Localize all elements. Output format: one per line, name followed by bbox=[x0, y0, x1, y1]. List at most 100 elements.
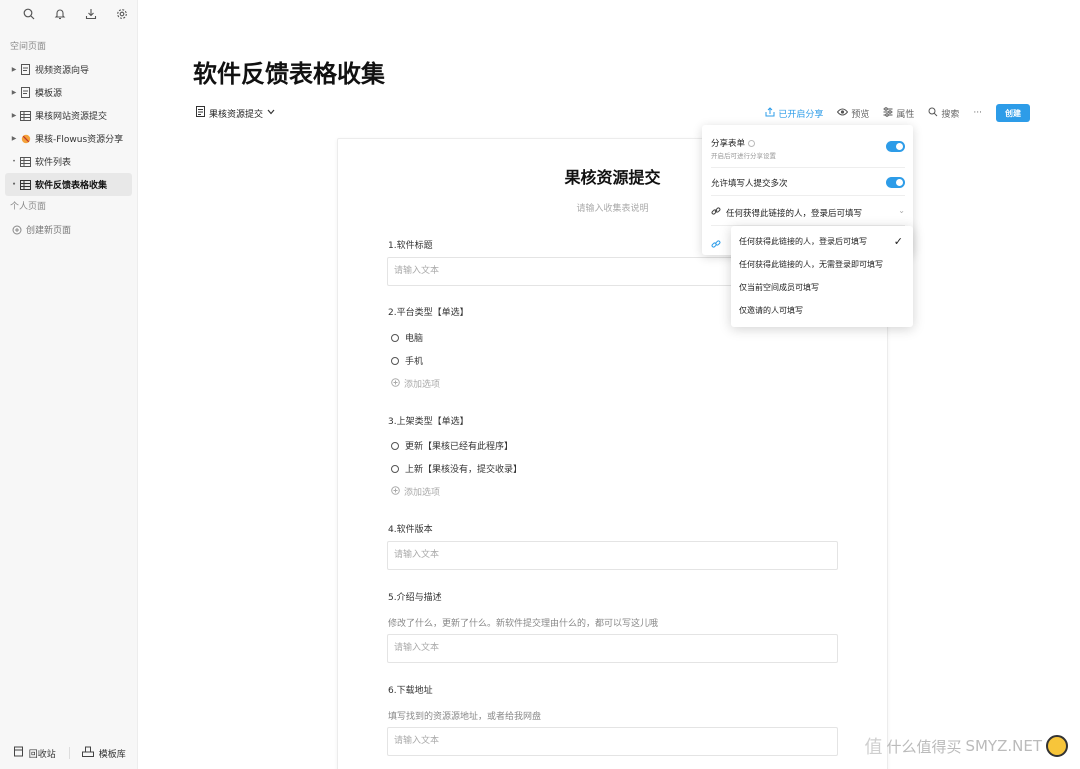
bullet-icon: • bbox=[12, 158, 16, 165]
option-label: 电脑 bbox=[405, 334, 424, 344]
permission-option-invited[interactable]: 仅邀请的人可填写 bbox=[731, 299, 913, 322]
copy-link-row[interactable] bbox=[711, 234, 721, 253]
permission-dropdown: 任何获得此链接的人，登录后可填写 ✓ 任何获得此链接的人，无需登录即可填写 仅当… bbox=[731, 226, 913, 327]
add-option-button[interactable]: 添加选项 bbox=[391, 377, 440, 390]
radio-option[interactable]: 电脑 bbox=[391, 331, 423, 344]
question-label: 5.介绍与描述 bbox=[388, 593, 442, 603]
sidebar-item-software-list[interactable]: • 软件列表 bbox=[5, 150, 132, 173]
properties-button[interactable]: 属性 bbox=[883, 106, 915, 120]
view-selector[interactable]: 果核资源提交 bbox=[196, 106, 275, 120]
table-icon bbox=[19, 109, 32, 122]
link-permission-select[interactable]: 任何获得此链接的人，登录后可填写 bbox=[711, 206, 862, 219]
caret-right-icon[interactable]: ▶ bbox=[9, 112, 19, 119]
link-icon bbox=[711, 206, 721, 219]
trash-icon bbox=[13, 746, 24, 760]
link-permission-label: 任何获得此链接的人，登录后可填写 bbox=[726, 208, 863, 219]
divider bbox=[711, 195, 905, 196]
share-button[interactable]: 已开启分享 bbox=[765, 106, 824, 120]
radio-icon[interactable] bbox=[391, 464, 399, 473]
prohibit-icon bbox=[19, 132, 32, 145]
watermark: 值 什么值得买 SMYZ.NET bbox=[864, 733, 1068, 759]
create-page-label: 创建新页面 bbox=[26, 226, 72, 236]
share-label: 已开启分享 bbox=[778, 109, 824, 120]
trash-button[interactable]: 回收站 bbox=[0, 746, 69, 760]
page-title: 软件反馈表格收集 bbox=[193, 60, 385, 88]
properties-label: 属性 bbox=[896, 109, 915, 120]
share-icon bbox=[765, 106, 775, 120]
add-option-button[interactable]: 添加选项 bbox=[391, 485, 440, 498]
search-icon bbox=[928, 107, 938, 120]
sidebar-item-label: 软件反馈表格收集 bbox=[35, 181, 108, 191]
section-personal-title: 个人页面 bbox=[10, 202, 47, 212]
permission-option-label: 任何获得此链接的人，登录后可填写 bbox=[739, 237, 867, 246]
preview-button[interactable]: 预览 bbox=[837, 107, 869, 120]
doc-icon bbox=[19, 86, 32, 99]
sidebar-item-template-source[interactable]: ▶ 模板源 bbox=[5, 81, 132, 104]
share-form-toggle[interactable] bbox=[886, 141, 905, 152]
share-form-label: 分享表单 bbox=[711, 139, 746, 149]
chevron-down-icon[interactable]: ⌄ bbox=[898, 206, 905, 215]
more-button[interactable]: ··· bbox=[973, 108, 982, 118]
table-icon bbox=[19, 155, 32, 168]
watermark-logo bbox=[1046, 735, 1068, 757]
section-space-title: 空间页面 bbox=[10, 42, 47, 52]
toolbar: 已开启分享 预览 属性 搜索 ··· 创建 bbox=[765, 104, 1030, 122]
question-hint: 修改了什么，更新了什么。新软件提交理由什么的，都可以写这儿哦 bbox=[388, 619, 659, 629]
radio-option[interactable]: 手机 bbox=[391, 354, 423, 367]
share-form-row: 分享表单 bbox=[711, 137, 756, 149]
permission-option-label: 仅邀请的人可填写 bbox=[739, 306, 803, 315]
permission-option-label: 仅当前空间成员可填写 bbox=[739, 283, 819, 292]
info-icon[interactable] bbox=[748, 140, 756, 147]
permission-option-login[interactable]: 任何获得此链接的人，登录后可填写 ✓ bbox=[731, 230, 913, 253]
sliders-icon bbox=[883, 106, 893, 120]
create-button[interactable]: 创建 bbox=[996, 104, 1030, 122]
watermark-text: 什么值得买 bbox=[886, 737, 962, 756]
option-label: 更新【果核已经有此程序】 bbox=[405, 442, 514, 452]
question-hint: 填写找到的资源源地址，或者给我网盘 bbox=[388, 712, 542, 722]
gear-icon[interactable] bbox=[106, 0, 137, 28]
sidebar-item-video-guide[interactable]: ▶ 视频资源向导 bbox=[5, 58, 132, 81]
more-icon: ··· bbox=[973, 108, 982, 118]
sidebar-item-flowus-share[interactable]: ▶ 果核-Flowus资源分享 bbox=[5, 127, 132, 150]
add-circle-icon bbox=[10, 223, 23, 236]
caret-right-icon[interactable]: ▶ bbox=[9, 135, 19, 142]
search-icon[interactable] bbox=[14, 0, 45, 28]
template-library-label: 模板库 bbox=[98, 749, 126, 760]
question-label: 1.软件标题 bbox=[388, 241, 433, 251]
caret-right-icon[interactable]: ▶ bbox=[9, 66, 19, 73]
sidebar-item-label: 软件列表 bbox=[35, 158, 72, 168]
question-label: 3.上架类型【单选】 bbox=[388, 417, 469, 427]
sidebar-item-site-submit[interactable]: ▶ 果核网站资源提交 bbox=[5, 104, 132, 127]
eye-icon bbox=[837, 108, 849, 119]
text-input[interactable]: 请输入文本 bbox=[387, 634, 838, 663]
text-input[interactable]: 请输入文本 bbox=[387, 541, 838, 570]
radio-icon[interactable] bbox=[391, 356, 399, 365]
form-view-icon bbox=[196, 106, 205, 120]
trash-label: 回收站 bbox=[28, 749, 56, 760]
radio-icon[interactable] bbox=[391, 441, 399, 450]
question-label: 2.平台类型【单选】 bbox=[388, 308, 469, 318]
permission-option-members[interactable]: 仅当前空间成员可填写 bbox=[731, 276, 913, 299]
radio-icon[interactable] bbox=[391, 333, 399, 342]
radio-option[interactable]: 更新【果核已经有此程序】 bbox=[391, 439, 513, 452]
add-circle-icon bbox=[391, 377, 400, 390]
option-label: 手机 bbox=[405, 357, 424, 367]
template-icon bbox=[81, 746, 94, 760]
download-icon[interactable] bbox=[76, 0, 107, 28]
search-button[interactable]: 搜索 bbox=[928, 107, 959, 120]
permission-option-label: 任何获得此链接的人，无需登录即可填写 bbox=[739, 260, 883, 269]
allow-multiple-toggle[interactable] bbox=[886, 177, 905, 188]
text-input[interactable]: 请输入文本 bbox=[387, 727, 838, 756]
create-page-button[interactable]: 创建新页面 bbox=[5, 218, 132, 241]
chevron-down-icon bbox=[267, 108, 275, 118]
preview-label: 预览 bbox=[851, 109, 870, 120]
doc-icon bbox=[19, 63, 32, 76]
sidebar-item-feedback-form[interactable]: • 软件反馈表格收集 bbox=[5, 173, 132, 196]
sidebar-item-label: 模板源 bbox=[35, 89, 63, 99]
permission-option-no-login[interactable]: 任何获得此链接的人，无需登录即可填写 bbox=[731, 253, 913, 276]
bullet-icon: • bbox=[12, 181, 16, 188]
bell-icon[interactable] bbox=[45, 0, 76, 28]
caret-right-icon[interactable]: ▶ bbox=[9, 89, 19, 96]
radio-option[interactable]: 上新【果核没有，提交收录】 bbox=[391, 462, 522, 475]
template-library-button[interactable]: 模板库 bbox=[70, 746, 139, 760]
